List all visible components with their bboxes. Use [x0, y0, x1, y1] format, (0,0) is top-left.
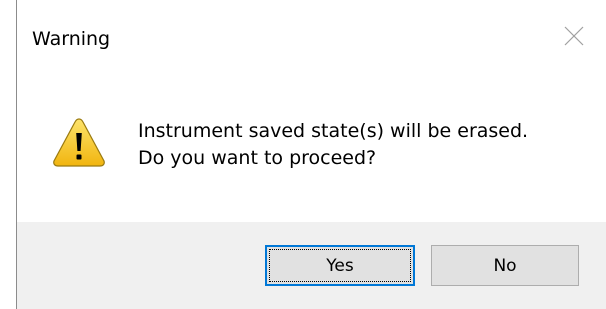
message-line-1: Instrument saved state(s) will be erased… — [138, 120, 529, 142]
message-line-2: Do you want to proceed? — [138, 147, 377, 169]
button-bar: Yes No — [17, 222, 606, 309]
warning-icon — [53, 118, 105, 167]
dialog-message: Instrument saved state(s) will be erased… — [138, 118, 528, 172]
yes-button[interactable]: Yes — [265, 245, 415, 286]
dialog-title: Warning — [32, 28, 111, 50]
warning-dialog: Warning Instrument saved state(s) will b… — [0, 0, 606, 309]
close-icon — [564, 26, 584, 46]
title-bar[interactable]: Warning — [17, 0, 606, 80]
no-button[interactable]: No — [431, 245, 579, 286]
close-button[interactable] — [554, 18, 594, 54]
dialog-content: Instrument saved state(s) will be erased… — [17, 80, 606, 222]
